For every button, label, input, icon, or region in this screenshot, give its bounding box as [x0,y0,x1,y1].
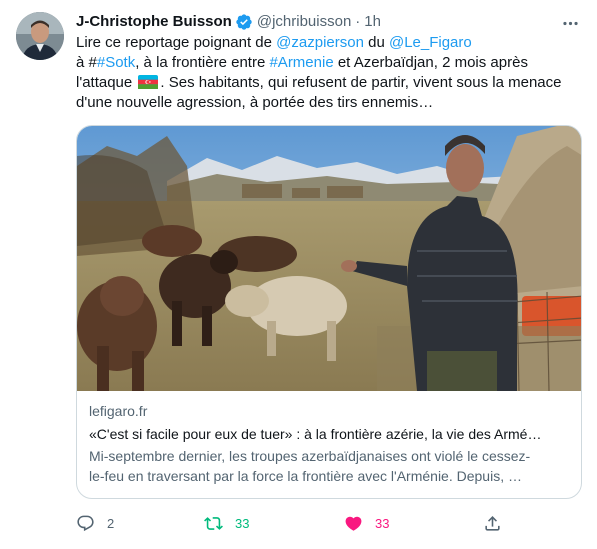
mention-link[interactable]: @Le_Figaro [389,34,472,51]
author-handle[interactable]: @jchribuisson [257,12,351,32]
card-domain: lefigaro.fr [89,403,148,419]
like-count: 33 [375,515,390,531]
text-segment: du [363,34,389,51]
tweet-header: J-Christophe Buisson @jchribuisson · 1h [76,12,381,32]
card-description: Mi-septembre dernier, les troupes azerba… [89,446,569,486]
hashtag-link[interactable]: #Armenie [269,54,333,71]
verified-badge-icon [235,13,253,31]
link-preview-card[interactable]: lefigaro.fr «C'est si facile pour eux de… [76,125,582,499]
retweet-count: 33 [235,515,250,531]
tweet-text-line-2: à ##Sotk, à la frontière entre #Armenie … [76,53,576,73]
azerbaijan-flag-icon [138,75,159,89]
tweet[interactable]: J-Christophe Buisson @jchribuisson · 1h … [0,0,597,549]
reply-count: 2 [107,515,115,531]
card-title[interactable]: «C'est si facile pour eux de tuer» : à l… [89,425,569,444]
reply-icon [77,515,94,531]
share-button[interactable] [483,510,502,536]
text-segment: . Ses habitants, qui refusent de partir,… [160,74,562,91]
retweet-button[interactable]: 33 [204,510,249,536]
text-segment: et Azerbaïdjan, 2 mois après [333,54,528,71]
card-meta: lefigaro.fr «C'est si facile pour eux de… [89,402,569,486]
tweet-text-line-1: Lire ce reportage poignant de @zazpierso… [76,33,576,53]
text-segment: Lire ce reportage poignant de [76,34,277,51]
author-name[interactable]: J-Christophe Buisson [76,12,232,32]
tweet-actions: 2 33 33 [76,510,506,536]
avatar-image [16,12,64,60]
hashtag-link[interactable]: #Sotk [97,54,135,71]
share-icon [485,515,500,531]
card-description-line-1: Mi-septembre dernier, les troupes azerba… [89,448,531,464]
reply-button[interactable]: 2 [76,510,114,536]
timestamp[interactable]: 1h [364,12,381,32]
text-segment: , à la frontière entre [135,54,270,71]
card-description-line-2: le-feu en traversant par la force la fro… [89,468,522,484]
more-dots-icon [562,21,578,25]
heart-icon [345,516,362,531]
like-button[interactable]: 33 [344,510,389,536]
card-image [77,126,581,391]
retweet-icon [204,516,223,530]
header-separator: · [355,13,361,30]
tweet-text-line-3: l'attaque . Ses habitants, qui refusent … [76,73,576,93]
tweet-text: Lire ce reportage poignant de @zazpierso… [76,33,576,113]
tweet-text-line-4: d'une nouvelle agression, à portée des t… [76,94,434,111]
text-segment: l'attaque [76,74,137,91]
text-segment: à # [76,54,97,71]
avatar[interactable] [16,12,64,60]
mention-link[interactable]: @zazpierson [276,34,364,51]
